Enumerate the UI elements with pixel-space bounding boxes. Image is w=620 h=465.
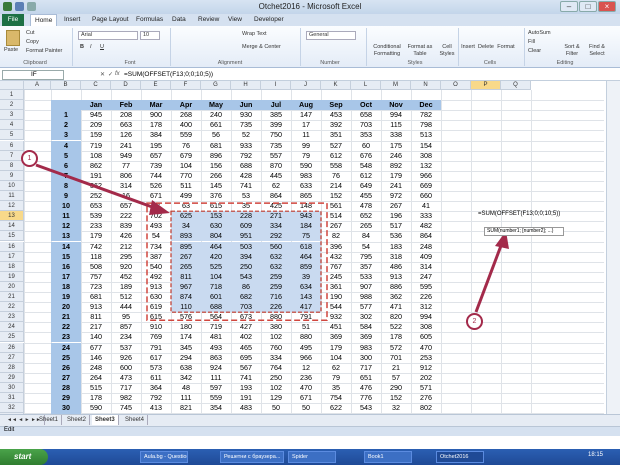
active-cell-editor[interactable]: =SUM(OFFSET(F13;0;0;10;5)) [478,211,560,217]
annotation-badge-2: 2 [466,313,483,330]
arrow-1-head [149,200,170,215]
taskbar-item[interactable]: Book1 [364,451,412,463]
clock: 18:15 [588,452,604,458]
range-outline [146,202,328,322]
function-tooltip[interactable]: SUM(number1; [number2]; ...) [484,227,564,236]
marching-ants-selection [170,210,322,313]
status-bar [0,426,620,436]
status-mode: Edit [4,427,15,433]
arrow-1 [35,163,156,210]
taskbar-item-active[interactable]: Otchet2016 [436,451,484,463]
sheet-tab-2[interactable]: Sheet2 [64,415,91,425]
taskbar-item[interactable]: Aula.bg - Question ... [140,451,188,463]
sheet-tab-4[interactable]: Sheet4 [122,415,149,425]
sheet-tab-1[interactable]: Sheet1 [36,415,63,425]
sheet-tab-3-active[interactable]: Sheet3 [92,415,119,425]
arrow-2 [474,242,504,313]
taskbar-item[interactable]: Spider [288,451,336,463]
taskbar-item[interactable]: Решетни с браузера... [220,451,284,463]
annotation-badge-1: 1 [21,150,38,167]
start-button[interactable]: start [0,449,48,465]
